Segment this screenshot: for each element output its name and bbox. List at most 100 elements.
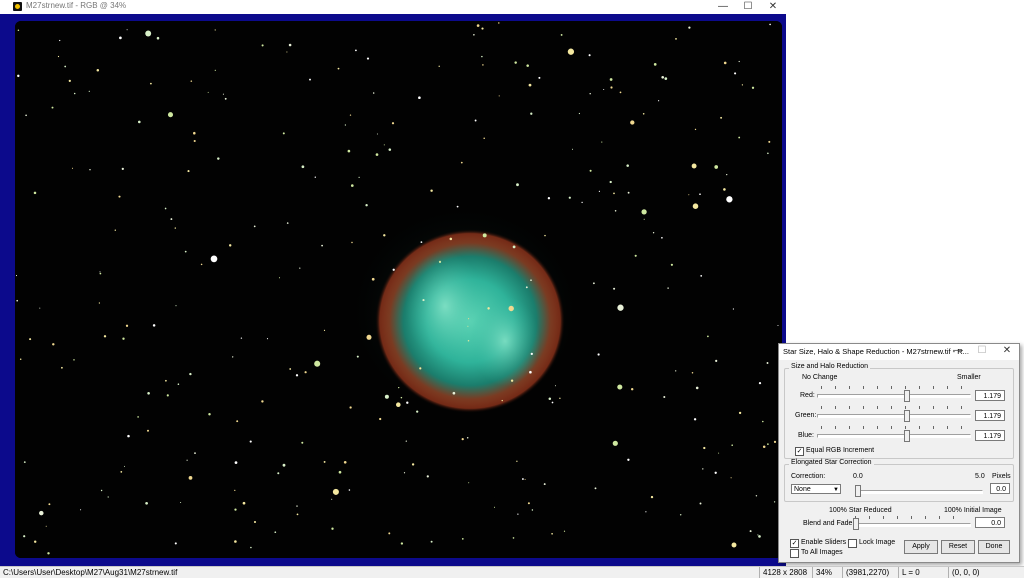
- star: [174, 542, 177, 545]
- to-all-images-checkbox[interactable]: [790, 549, 799, 558]
- star: [15, 275, 18, 277]
- star: [642, 113, 645, 115]
- maximize-icon[interactable]: ☐: [737, 0, 759, 14]
- blend-slider-thumb[interactable]: [853, 518, 859, 530]
- dialog-titlebar[interactable]: Star Size, Halo & Shape Reduction - M27s…: [779, 344, 1019, 360]
- star: [493, 506, 496, 508]
- image-canvas[interactable]: [15, 21, 782, 558]
- star: [344, 124, 347, 126]
- red-slider-thumb[interactable]: [904, 390, 911, 402]
- star: [222, 93, 224, 95]
- image-window: M27strnew.tif - RGB @ 34% — ☐ ✕: [0, 0, 786, 566]
- star: [175, 305, 177, 307]
- blend-value[interactable]: 0.0: [975, 517, 1005, 528]
- star: [559, 397, 561, 399]
- star: [482, 233, 487, 238]
- dialog-close-icon[interactable]: ✕: [998, 345, 1016, 356]
- done-button[interactable]: Done: [978, 540, 1010, 554]
- star: [563, 530, 566, 532]
- correction-max-caption: 5.0: [975, 473, 985, 480]
- star: [400, 396, 403, 399]
- star: [723, 188, 726, 191]
- star: [188, 476, 193, 480]
- status-dimensions: 4128 x 2808: [759, 567, 807, 578]
- star: [365, 204, 368, 207]
- star: [186, 459, 188, 461]
- star: [430, 189, 433, 192]
- star: [481, 27, 484, 30]
- star: [123, 465, 126, 467]
- star: [661, 236, 663, 239]
- star: [617, 384, 623, 390]
- correction-slider-thumb[interactable]: [855, 485, 861, 497]
- green-label: Green:: [795, 412, 817, 419]
- star: [731, 444, 733, 446]
- elongated-group-label: Elongated Star Correction: [789, 459, 874, 466]
- star: [419, 367, 422, 370]
- star: [773, 440, 777, 443]
- star: [321, 244, 323, 247]
- star: [295, 374, 299, 377]
- star: [39, 510, 44, 516]
- star: [530, 352, 533, 356]
- correction-slider-track[interactable]: [855, 490, 983, 494]
- red-slider-track[interactable]: [817, 394, 971, 398]
- star: [726, 196, 733, 203]
- apply-button[interactable]: Apply: [904, 540, 938, 554]
- star: [187, 170, 190, 173]
- correction-value[interactable]: 0.0: [990, 483, 1010, 494]
- dialog-title: Star Size, Halo & Shape Reduction - M27s…: [783, 347, 969, 356]
- star: [23, 535, 26, 538]
- app-icon[interactable]: [13, 2, 22, 11]
- star: [467, 339, 470, 342]
- star: [588, 54, 591, 57]
- red-ticks: [821, 386, 969, 389]
- green-ticks: [821, 406, 969, 409]
- star: [762, 445, 766, 448]
- image-window-titlebar[interactable]: M27strnew.tif - RGB @ 34% — ☐ ✕: [0, 0, 786, 14]
- dialog-minimize-icon[interactable]: —: [949, 345, 967, 356]
- enable-sliders-checkbox[interactable]: ✓: [790, 539, 799, 548]
- blend-slider-track[interactable]: [853, 523, 971, 527]
- correction-select[interactable]: None ▼: [791, 484, 841, 494]
- star: [207, 91, 209, 93]
- blue-slider-track[interactable]: [817, 434, 971, 438]
- star: [658, 100, 660, 102]
- star: [184, 250, 187, 253]
- star: [420, 241, 423, 243]
- star: [594, 487, 597, 490]
- close-icon[interactable]: ✕: [762, 0, 784, 14]
- star: [699, 502, 702, 505]
- star: [137, 120, 141, 124]
- star: [641, 209, 647, 215]
- star: [376, 133, 378, 135]
- star: [406, 401, 409, 404]
- minimize-icon[interactable]: —: [712, 0, 734, 14]
- blue-value[interactable]: 1.179: [975, 430, 1005, 441]
- star: [645, 511, 647, 513]
- star: [610, 86, 613, 89]
- elongated-group: Elongated Star Correction Correction: 0.…: [784, 459, 1014, 502]
- image-canvas-frame: [0, 14, 786, 566]
- star: [664, 77, 668, 80]
- blue-slider-thumb[interactable]: [904, 430, 911, 442]
- equal-rgb-checkbox[interactable]: ✓: [795, 447, 804, 456]
- star: [392, 268, 395, 271]
- green-value[interactable]: 1.179: [975, 410, 1005, 421]
- star: [661, 75, 665, 79]
- green-slider-track[interactable]: [817, 414, 971, 418]
- star: [152, 324, 156, 327]
- red-label: Red:: [800, 392, 815, 399]
- star: [234, 540, 237, 543]
- star: [107, 496, 109, 498]
- star: [126, 29, 128, 31]
- red-value[interactable]: 1.179: [975, 390, 1005, 401]
- star: [688, 26, 691, 29]
- star: [405, 440, 407, 442]
- star: [650, 495, 654, 499]
- star: [527, 502, 530, 505]
- green-slider-thumb[interactable]: [904, 410, 911, 422]
- lock-image-checkbox[interactable]: [848, 539, 857, 548]
- dialog-maximize-icon[interactable]: ☐: [973, 345, 991, 356]
- reset-button[interactable]: Reset: [941, 540, 975, 554]
